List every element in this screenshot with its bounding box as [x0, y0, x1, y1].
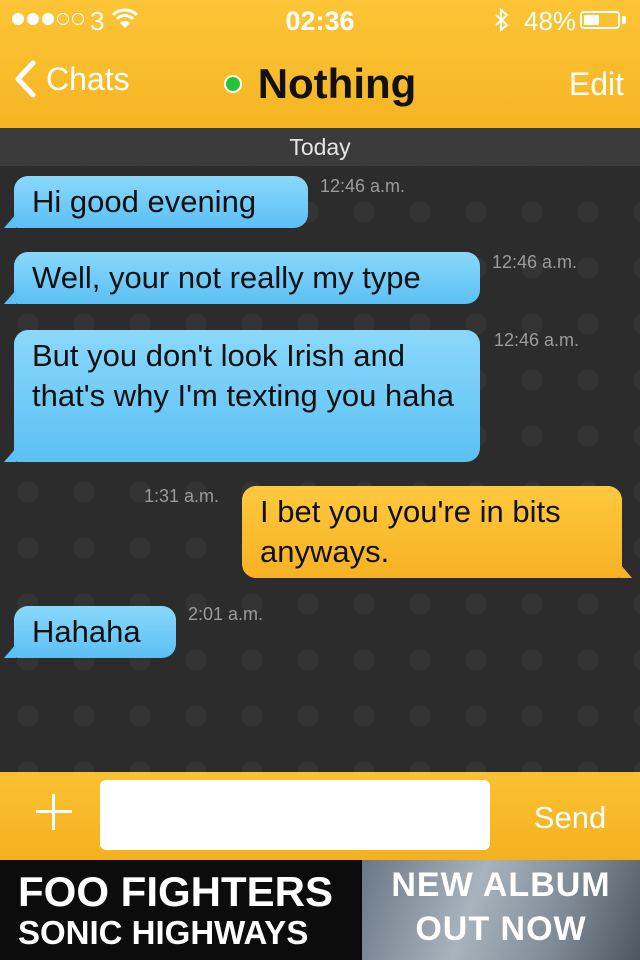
edit-button[interactable]: Edit	[569, 66, 624, 103]
message-time: 12:46 a.m.	[320, 176, 406, 196]
battery-percentage: 48%	[524, 6, 577, 36]
message-input[interactable]	[100, 780, 490, 850]
message-time: 12:46 a.m.	[492, 252, 578, 272]
date-separator: Today	[0, 128, 640, 166]
ad-banner[interactable]: FOO FIGHTERS SONIC HIGHWAYS NEW ALBUM OU…	[0, 860, 640, 960]
message-bubble-incoming[interactable]: Hi good evening	[4, 176, 308, 228]
conversation-title: Nothing	[0, 60, 640, 108]
message-bubble-incoming[interactable]: Well, your not really my type	[4, 252, 480, 304]
message-bubble-incoming[interactable]: But you don't look Irish and that's why …	[4, 330, 480, 462]
status-bar: 3 02:36 48%	[0, 0, 640, 40]
message-list[interactable]: Today Hi good evening 12:46 a.m. Well, y…	[0, 128, 640, 772]
message-time: 12:46 a.m.	[494, 330, 580, 350]
ad-tagline: NEW ALBUM	[391, 866, 611, 904]
ad-headline: FOO FIGHTERS	[18, 868, 333, 915]
contact-name: Nothing	[257, 60, 417, 107]
message-time: 2:01 a.m.	[188, 604, 264, 624]
plus-icon[interactable]	[36, 794, 72, 830]
bluetooth-icon	[495, 8, 509, 32]
top-bar: 3 02:36 48% Chats Nothing Edit	[0, 0, 640, 128]
message-bubble-outgoing[interactable]: I bet you you're in bits anyways.	[242, 486, 632, 578]
ad-subheadline: SONIC HIGHWAYS	[18, 914, 309, 951]
message-composer: Send	[0, 772, 640, 860]
message-bubble-incoming[interactable]: Hahaha	[4, 606, 176, 658]
battery-icon	[580, 11, 620, 29]
battery-fill	[584, 15, 599, 25]
send-button[interactable]: Send	[510, 800, 630, 836]
online-status-icon	[223, 75, 242, 93]
ad-tagline-2: OUT NOW	[415, 910, 587, 948]
battery-tip	[622, 16, 626, 24]
ad-text-panel: FOO FIGHTERS SONIC HIGHWAYS	[0, 860, 360, 960]
navigation-bar: Chats Nothing Edit	[0, 40, 640, 128]
ad-image-panel: NEW ALBUM OUT NOW	[362, 860, 640, 960]
message-time: 1:31 a.m.	[144, 486, 220, 506]
